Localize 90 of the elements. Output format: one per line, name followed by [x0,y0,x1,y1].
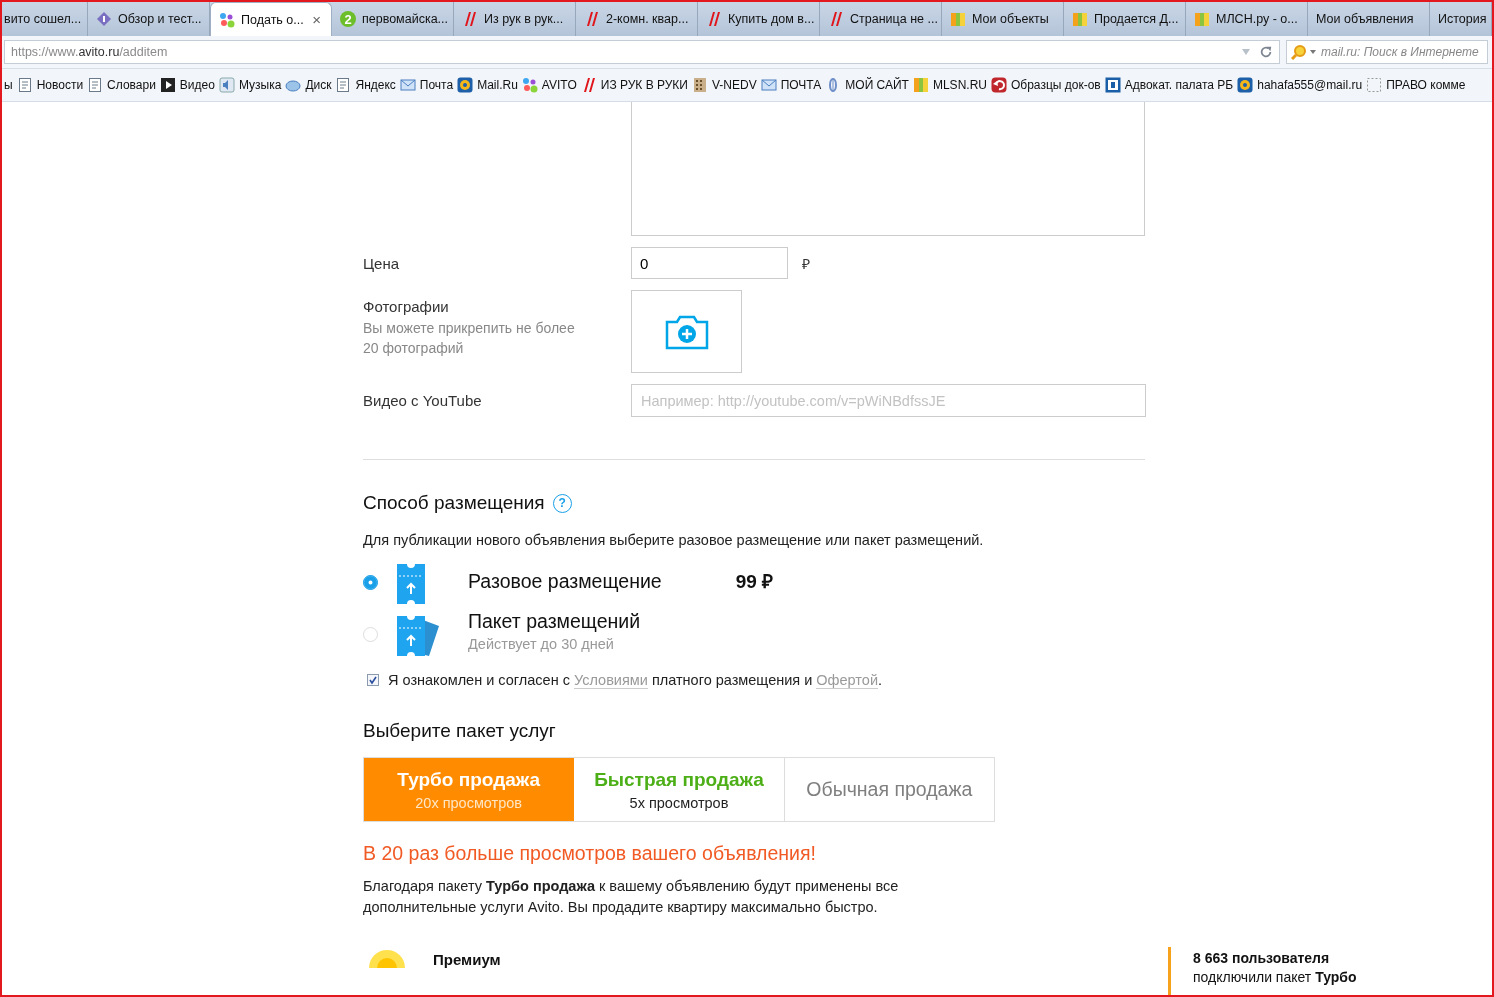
bookmark-link[interactable]: Музыка [238,78,282,92]
package-description: Благодаря пакету Турбо продажа к вашему объявлению будут применены все дополнительные услуги Avito. Вы продадите квартиру максимально быстро. [363,877,900,917]
bookmark-link[interactable]: ы [4,78,13,92]
bookmark-link[interactable]: Диск [305,78,332,92]
at-icon [1237,77,1254,93]
bookmark-link[interactable]: Новости [36,78,84,92]
bookmark-link[interactable]: Словари [107,78,156,92]
option-label: Пакет размещений [468,610,641,633]
section-title: Способ размещения [363,492,545,514]
play-icon [159,77,176,93]
slash-icon [706,11,722,27]
video-label: Видео с YouTube [363,392,483,409]
photo-upload-button[interactable] [631,290,742,373]
page-icon [87,77,104,93]
building-icon [691,77,708,93]
disk-icon [285,77,302,93]
dropdown-icon[interactable] [1241,48,1251,56]
tab-badge: 2 [340,11,356,27]
tab-title: Подать о... [241,12,305,27]
dots-icon [521,77,538,93]
dashed-box-icon [1366,77,1383,93]
address-field[interactable]: https://www.avito.ru/additem [4,40,1280,64]
bookmark-link[interactable]: hahafa555@mail.ru [1257,78,1363,92]
service-name: Премиум [433,951,501,968]
tab-title: Мои объявления [1316,12,1415,26]
bookmark-link[interactable]: V-NEDV [711,78,757,92]
tab-title: Продается Д... [1094,12,1179,26]
bookmark-link[interactable]: Видео [179,78,215,92]
tab-title: Страница не ... [850,12,938,26]
bars-icon [950,11,966,27]
bars-icon [1072,11,1088,27]
tab-title: Обзор и тест... [118,12,202,26]
price-input[interactable]: 0 [631,247,788,279]
bookmark-link[interactable]: МОЙ САЙТ [845,78,909,92]
bookmark-link[interactable]: Mail.Ru [477,78,518,92]
tab-title: МЛСН.ру - о... [1216,12,1299,26]
tab-title: Мои объекты [972,12,1050,26]
browser-tab[interactable]: Подать о... × [210,2,332,36]
agreement-text: Я ознакомлен и согласен с Условиями платного размещения и Офертой. [388,672,883,688]
diamond-icon [96,11,112,27]
section-description: Для публикации нового объявления выберите разовое размещение или пакет размещений. [363,532,985,548]
video-url-input[interactable]: Например: http://youtube.com/v=pWiNBdfssJE [631,384,1146,417]
photos-label: Фотографии [363,298,450,315]
radio-button[interactable] [363,575,378,590]
close-button[interactable]: × [310,11,323,28]
page-icon [335,77,352,93]
envelope-icon [760,77,777,93]
tab-title: первомайска... [362,12,449,26]
package-headline: В 20 раз больше просмотров вашего объявления! [363,842,817,865]
slash-icon [584,11,600,27]
agreement-checkbox[interactable] [367,674,379,686]
bookmark-link[interactable]: Образцы док-ов [1010,78,1101,92]
bookmark-link[interactable]: ИЗ РУК В РУКИ [600,78,688,92]
tab-title: Купить дом в... [728,12,815,26]
envelope-icon [399,77,416,93]
photos-hint: Вы можете прикрепить не более 20 фотографий [363,319,576,358]
page-icon [16,77,33,93]
bookmark-link[interactable]: MLSN.RU [932,78,987,92]
bars-icon [1194,11,1210,27]
camera-plus-icon [664,313,709,350]
option-price: 99 ₽ [735,570,774,594]
bookmark-link[interactable]: Яндекс [355,78,396,92]
option-note: Действует до 30 дней [468,636,615,652]
package-tab[interactable]: Быстрая продажа 5x просмотров [574,758,785,821]
bookmark-link[interactable]: AVITO [541,78,577,92]
tab-title: вито сошел... [4,12,83,26]
bookmark-link[interactable]: ПРАВО комме [1386,78,1466,92]
price-label: Цена [363,254,401,272]
bookmark-link[interactable]: ПОЧТА [780,78,822,92]
bookmark-link[interactable]: Адвокат. палата РБ [1124,78,1234,92]
search-icon[interactable] [1291,44,1317,60]
speaker-icon [218,77,235,93]
package-tab[interactable]: Обычная продажа [784,758,994,821]
bookmark-link[interactable]: Почта [419,78,454,92]
slash-icon [462,11,478,27]
users-note: подключили пакет Турбо [1193,968,1358,987]
parking-icon [1104,77,1121,93]
dots-icon [219,11,235,28]
tab-title: История [1438,12,1487,26]
tab-title: 2-комн. квар... [606,12,689,26]
bars-icon [912,77,929,93]
search-field[interactable]: mail.ru: Поиск в Интернете [1286,40,1488,64]
slash-icon [828,11,844,27]
currency-sign: ₽ [802,254,810,273]
tab-title: Из рук в рук... [484,12,565,26]
section-title: Выберите пакет услуг [363,720,557,742]
at-icon [457,77,474,93]
users-count: 8 663 пользователя [1193,949,1331,968]
reload-icon[interactable] [1259,45,1273,59]
option-label: Разовое размещение [468,570,662,593]
